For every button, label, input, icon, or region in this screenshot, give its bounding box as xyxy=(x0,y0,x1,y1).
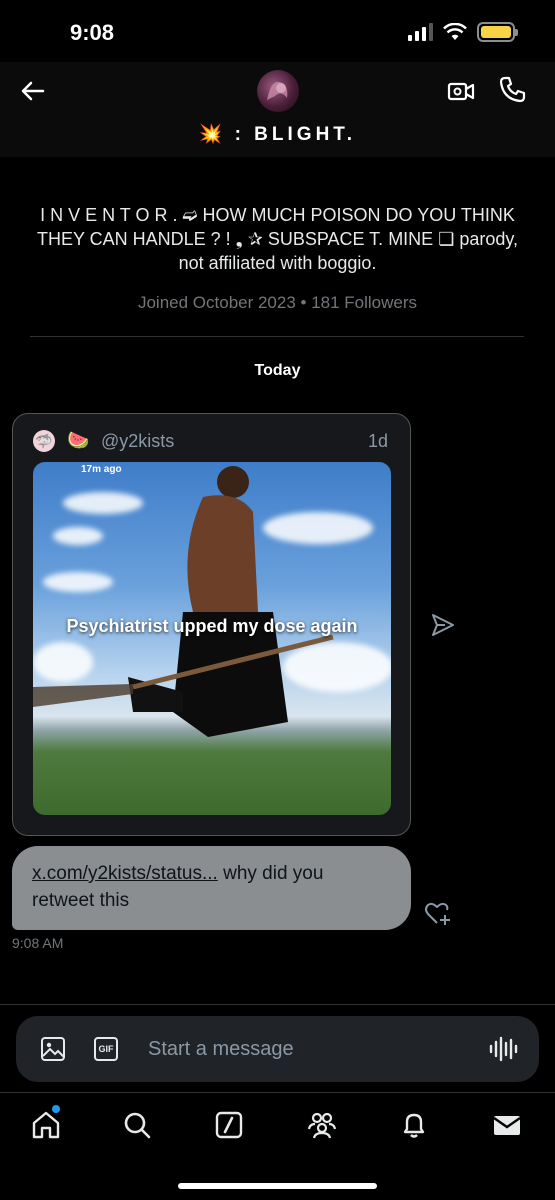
avatar[interactable] xyxy=(257,70,299,112)
display-name: : BLIGHT. xyxy=(234,124,357,145)
conversation-header: 💥 : BLIGHT. xyxy=(0,62,555,157)
add-reaction-icon[interactable] xyxy=(424,900,452,928)
shared-post-card[interactable]: 🦈 🍉 @y2kists 1d 17m ago Psychiatrist upp… xyxy=(12,413,411,836)
messages-icon[interactable] xyxy=(491,1109,523,1141)
back-arrow-icon[interactable] xyxy=(18,76,48,106)
search-icon[interactable] xyxy=(121,1109,153,1141)
media-timestamp: 17m ago xyxy=(81,464,122,475)
post-time: 1d xyxy=(367,431,388,451)
message-input[interactable] xyxy=(148,1034,468,1064)
phone-icon[interactable] xyxy=(498,74,528,104)
profile-bio: I N V E N T O R . ➫ HOW MUCH POISON DO Y… xyxy=(36,205,519,273)
profile-joined: Joined October 2023 • 181 Followers xyxy=(137,293,418,312)
status-icons xyxy=(408,22,518,42)
home-indicator xyxy=(178,1183,377,1189)
post-author-handle: @y2kists xyxy=(101,431,175,451)
communities-icon[interactable] xyxy=(306,1109,338,1141)
notifications-icon[interactable] xyxy=(398,1109,430,1141)
post-author-avatar: 🦈 xyxy=(33,430,55,452)
divider xyxy=(30,336,524,337)
watermelon-emoji: 🍉 xyxy=(67,430,90,450)
status-time: 9:08 xyxy=(70,20,115,45)
signal-icon xyxy=(408,23,433,41)
voice-message-icon[interactable] xyxy=(488,1035,518,1063)
wifi-icon xyxy=(443,23,467,40)
status-bar: 9:08 xyxy=(0,0,555,62)
message-bubble[interactable]: x.com/y2kists/status... why did you retw… xyxy=(12,846,411,930)
media-caption: Psychiatrist upped my dose again xyxy=(66,616,358,636)
compose-divider xyxy=(0,1004,555,1005)
gif-icon[interactable]: GIF xyxy=(94,1037,118,1061)
grok-icon[interactable] xyxy=(213,1109,245,1141)
image-icon[interactable] xyxy=(40,1036,66,1062)
post-image[interactable]: 17m ago Psychiatrist upped my dose again xyxy=(33,462,391,815)
message-link[interactable]: x.com/y2kists/status... xyxy=(32,863,218,884)
home-icon[interactable] xyxy=(30,1109,62,1141)
collision-emoji: 💥 xyxy=(198,124,223,145)
video-call-icon[interactable] xyxy=(446,76,476,106)
share-icon[interactable] xyxy=(430,612,456,638)
notification-dot xyxy=(52,1105,60,1113)
conversation-title[interactable]: 💥 : BLIGHT. xyxy=(0,122,555,146)
battery-icon xyxy=(477,22,518,42)
date-separator: Today xyxy=(254,362,301,379)
message-timestamp: 9:08 AM xyxy=(12,935,64,951)
compose-bar: GIF xyxy=(16,1016,539,1082)
